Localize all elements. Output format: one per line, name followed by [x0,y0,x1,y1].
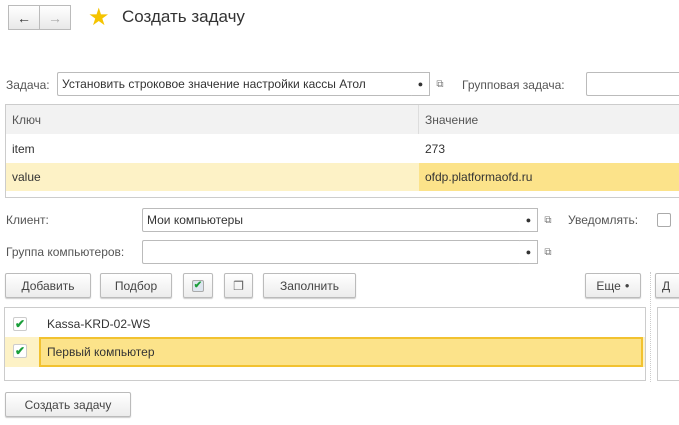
more-button[interactable]: Еще ● [585,273,641,298]
open-icon: ⧉ [436,78,444,90]
task-dropdown-button[interactable]: ● [412,72,430,96]
dropdown-icon: ● [624,281,630,290]
list-item[interactable]: ✔ Kassa-KRD-02-WS [5,312,645,336]
pick-button[interactable]: Подбор [100,273,172,298]
fill-button[interactable]: Заполнить [263,273,356,298]
back-arrow-icon: ← [17,9,31,26]
checkbox-checked-icon[interactable]: ✔ [13,317,27,331]
computer-name: Kassa-KRD-02-WS [47,317,151,331]
right-panel [657,307,679,381]
open-icon: ⧉ [544,246,552,258]
client-dropdown-button[interactable]: ● [520,208,538,232]
group-open-button[interactable]: ⧉ [540,240,556,264]
task-open-button[interactable]: ⧉ [432,72,448,96]
task-label: Задача: [6,78,50,92]
notify-label: Уведомлять: [568,213,639,227]
copy-icon: ❐ [233,278,244,293]
notify-checkbox[interactable] [657,213,671,227]
client-input[interactable]: Мои компьютеры [142,208,521,232]
computer-name: Первый компьютер [39,337,643,367]
forward-arrow-icon: → [48,9,62,26]
computer-group-input[interactable] [142,240,521,264]
add-button[interactable]: Добавить [5,273,91,298]
forward-button[interactable]: → [39,5,71,30]
page-title: Создать задачу [122,7,245,26]
splitter[interactable] [650,272,651,382]
client-open-button[interactable]: ⧉ [540,208,556,232]
row-value[interactable]: 273 [419,134,679,163]
checkbox-checked-icon[interactable]: ✔ [13,344,27,358]
back-button[interactable]: ← [8,5,40,30]
favorite-star-icon[interactable]: ★ [88,3,110,32]
group-task-label: Групповая задача: [462,78,565,92]
row-key[interactable]: item [6,134,419,163]
more-label: Еще [596,278,621,293]
list-item-selected[interactable]: ✔ Первый компьютер [5,337,645,367]
group-dropdown-button[interactable]: ● [520,240,538,264]
computer-group-label: Группа компьютеров: [6,245,125,259]
computers-list: ✔ Kassa-KRD-02-WS ✔ Первый компьютер [4,307,646,381]
group-task-input[interactable] [586,72,679,96]
row-value-selected[interactable]: ofdp.platformaofd.ru [419,163,679,191]
dropdown-icon: ● [417,79,424,89]
create-task-button[interactable]: Создать задачу [5,392,131,417]
column-header-key[interactable]: Ключ [6,105,419,134]
dropdown-icon: ● [525,215,532,225]
check-all-button[interactable]: ✔ [183,273,213,298]
params-table: Ключ Значение item 273 value ofdp.platfo… [5,104,679,198]
client-label: Клиент: [6,213,49,227]
right-panel-button[interactable]: Д [655,273,679,298]
row-key-selected[interactable]: value [6,163,419,191]
check-all-icon: ✔ [192,279,204,292]
dropdown-icon: ● [525,247,532,257]
open-icon: ⧉ [544,214,552,226]
task-input[interactable]: Установить строковое значение настройки … [57,72,413,96]
column-header-value[interactable]: Значение [419,105,679,134]
uncheck-all-button[interactable]: ❐ [224,273,253,298]
